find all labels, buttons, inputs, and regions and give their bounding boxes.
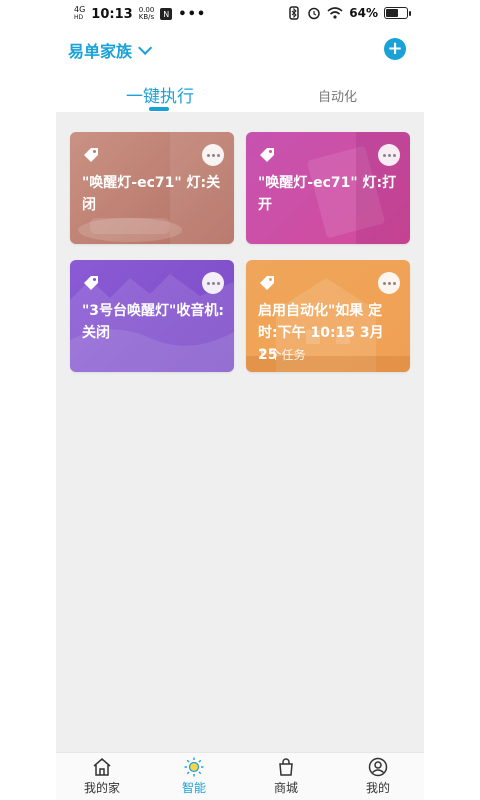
automation-card[interactable]: 启用自动化"如果 定时:下午 10:15 3月25 1 个任务 — [246, 260, 410, 372]
battery-percent: 64% — [349, 6, 378, 20]
tag-icon — [260, 148, 274, 162]
scene-card[interactable]: "唤醒灯-ec71" 灯:关闭 — [70, 132, 234, 244]
nav-my-home[interactable]: 我的家 — [56, 753, 148, 800]
tab-one-click[interactable]: 一键执行 — [126, 82, 194, 107]
tag-icon — [84, 276, 98, 290]
nav-smart[interactable]: 智能 — [148, 753, 240, 800]
scene-card[interactable]: "3号台唤醒灯"收音机:关闭 — [70, 260, 234, 372]
nav-me[interactable]: 我的 — [332, 753, 424, 800]
header: 易单家族 + — [56, 30, 424, 70]
nav-label: 我的 — [365, 781, 390, 795]
more-options-button[interactable] — [378, 144, 400, 166]
more-options-button[interactable] — [202, 144, 224, 166]
wifi-icon — [327, 7, 343, 19]
more-options-button[interactable] — [378, 272, 400, 294]
tab-indicator — [149, 107, 169, 111]
status-time: 10:13 — [91, 6, 133, 22]
task-count: 1 个任务 — [258, 348, 306, 362]
battery-icon — [384, 7, 411, 19]
add-button[interactable]: + — [384, 38, 406, 60]
network-indicator: 4G HD — [74, 6, 85, 22]
tab-bar: 一键执行 自动化 — [56, 70, 424, 112]
scene-title: "3号台唤醒灯"收音机:关闭 — [82, 303, 224, 341]
bottom-navigation: 我的家 智能 商城 我的 — [56, 752, 424, 800]
status-left: 4G HD 10:13 0.00 KB/s N ••• — [74, 6, 206, 22]
scene-card[interactable]: "唤醒灯-ec71" 灯:打开 — [246, 132, 410, 244]
network-speed: 0.00 KB/s — [139, 7, 155, 21]
network-speed-unit: KB/s — [138, 13, 155, 21]
notification-icon-letter: N — [163, 9, 170, 19]
home-icon — [93, 758, 111, 776]
nav-store[interactable]: 商城 — [240, 753, 332, 800]
nav-label: 我的家 — [83, 781, 120, 795]
network-label: 4G — [74, 5, 86, 14]
nav-label: 商城 — [273, 781, 298, 795]
home-name: 易单家族 — [68, 42, 133, 61]
sun-icon — [184, 757, 204, 777]
tag-icon — [84, 148, 98, 162]
alarm-icon — [308, 7, 321, 20]
scene-title: "唤醒灯-ec71" 灯:关闭 — [82, 175, 221, 213]
bluetooth-vibrate-icon — [289, 6, 300, 20]
more-options-button[interactable] — [202, 272, 224, 294]
tab-automation[interactable]: 自动化 — [318, 86, 357, 105]
network-sub-label: HD — [74, 14, 84, 21]
more-notifications-icon: ••• — [178, 6, 207, 22]
battery-fill — [386, 9, 399, 17]
bag-icon — [279, 758, 293, 776]
status-bar: 4G HD 10:13 0.00 KB/s N ••• 64% — [56, 0, 424, 30]
app-screen: 4G HD 10:13 0.00 KB/s N ••• 64% 易单家族 + 一… — [56, 0, 424, 800]
user-icon — [368, 757, 388, 777]
scene-list: "唤醒灯-ec71" 灯:关闭 "唤醒灯-ec71" 灯:打开 "3号台唤醒灯"… — [56, 112, 424, 752]
status-right: 64% — [287, 6, 411, 20]
home-selector[interactable]: 易单家族 — [68, 38, 153, 62]
scene-title: "唤醒灯-ec71" 灯:打开 — [258, 175, 397, 213]
notification-icon: N — [160, 8, 173, 20]
nav-label: 智能 — [181, 781, 206, 795]
tag-icon — [260, 276, 274, 290]
plus-icon: + — [387, 38, 403, 59]
chevron-down-icon — [138, 40, 153, 55]
